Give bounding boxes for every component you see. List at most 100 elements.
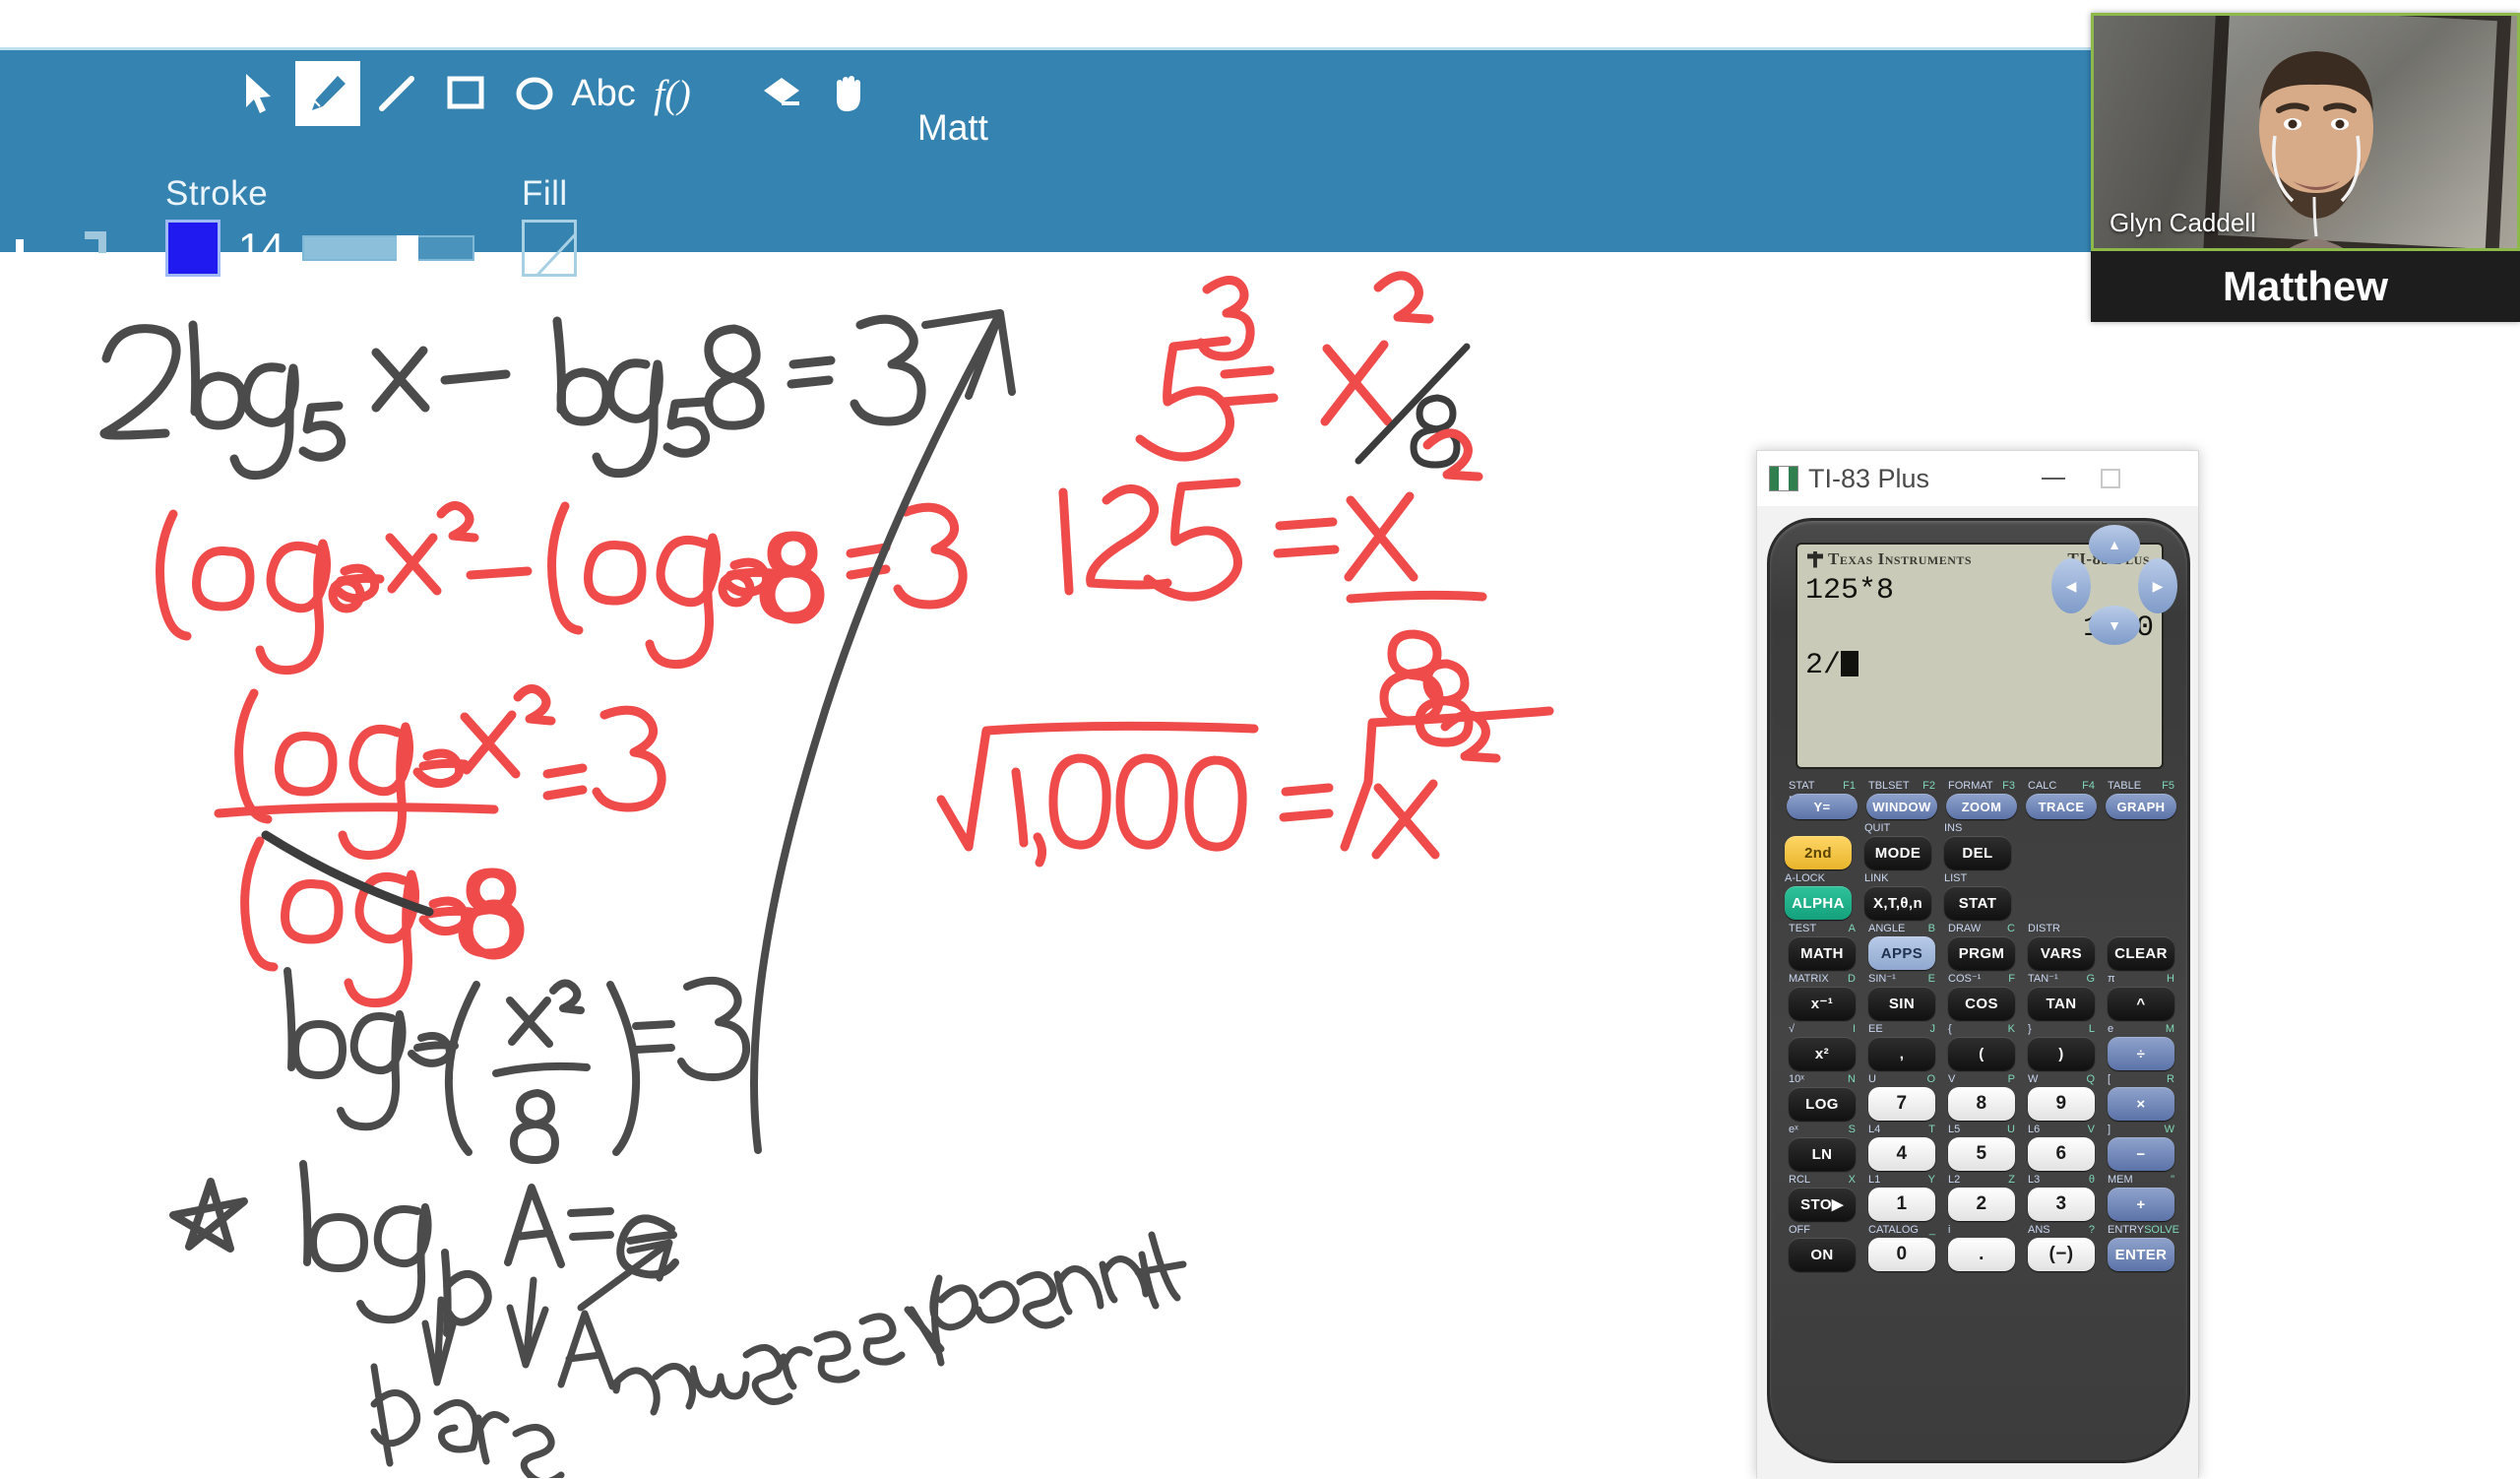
key-key[interactable]: . xyxy=(1948,1238,2015,1271)
key-sto[interactable]: STO▶ xyxy=(1789,1188,1856,1221)
key-key[interactable]: × xyxy=(2108,1087,2174,1121)
key-cell-key[interactable]: ANS? (−) xyxy=(2025,1223,2098,1271)
key-cell-key[interactable]: MEM " + xyxy=(2105,1173,2177,1221)
key-cell-key[interactable]: π H ^ xyxy=(2105,972,2177,1020)
key-cell-4[interactable]: L4 T 4 xyxy=(1865,1123,1938,1171)
arrow-pad[interactable]: ▲ ▼ ◀ ▶ xyxy=(2051,525,2177,645)
key-cell-x-t-n[interactable]: LINK X,T,θ,n xyxy=(1861,871,1934,920)
key-on[interactable]: ON xyxy=(1789,1238,1856,1271)
function-tool[interactable]: f() xyxy=(640,61,705,126)
key-4[interactable]: 4 xyxy=(1868,1137,1935,1171)
key-cell-key[interactable]: EE J, xyxy=(1865,1022,1938,1070)
key-del[interactable]: DEL xyxy=(1944,836,2011,869)
key-sin[interactable]: SIN xyxy=(1868,987,1935,1020)
line-tool[interactable] xyxy=(364,61,429,126)
video-panel[interactable]: Glyn Caddell Matthew xyxy=(2091,13,2520,322)
key-key[interactable]: , xyxy=(1868,1037,1935,1070)
key-cell-enter[interactable]: ENTRY SOLVE ENTER xyxy=(2105,1223,2179,1271)
key-clear[interactable]: CLEAR xyxy=(2108,936,2174,970)
key-cell-graph[interactable]: TABLE F5 GRAPH xyxy=(2105,779,2177,819)
key-cell-del[interactable]: INS DEL xyxy=(1941,821,2014,869)
key-log[interactable]: LOG xyxy=(1789,1087,1856,1121)
arrow-left-icon[interactable]: ◀ xyxy=(2051,558,2091,613)
key-cell-vars[interactable]: DISTR VARS xyxy=(2025,922,2098,970)
key-key[interactable]: ^ xyxy=(2108,987,2174,1020)
key-2nd[interactable]: 2nd xyxy=(1785,836,1852,869)
key-key[interactable]: + xyxy=(2108,1188,2174,1221)
key-apps[interactable]: APPS xyxy=(1868,936,1935,970)
key-cell-window[interactable]: TBLSET F2 WINDOW xyxy=(1865,779,1938,819)
key-cell-x[interactable]: √ Ix² xyxy=(1786,1022,1858,1070)
key-trace[interactable]: TRACE xyxy=(2026,794,2097,819)
minimize-icon[interactable] xyxy=(2025,451,2082,506)
key-cell-0[interactable]: CATALOG _ 0 xyxy=(1865,1223,1938,1271)
key-cell-apps[interactable]: ANGLE B APPS xyxy=(1865,922,1938,970)
key-key[interactable]: ) xyxy=(2028,1037,2095,1070)
key-cell-9[interactable]: W Q 9 xyxy=(2025,1072,2098,1121)
tool-buttons-row[interactable]: Abc f() xyxy=(226,58,882,129)
key-cell-zoom[interactable]: FORMAT F3 ZOOM xyxy=(1945,779,2018,819)
key-x[interactable]: x⁻¹ xyxy=(1789,987,1856,1020)
function-key-row[interactable]: STAT PLOT F1 Y= TBLSET F2 WINDOW FORMAT F3 ZOOM C… xyxy=(1770,775,2193,819)
key-cell-sin[interactable]: SIN⁻¹ E SIN xyxy=(1865,972,1938,1020)
active-speaker-strip[interactable]: Matthew xyxy=(2091,251,2520,322)
toolbar-panel-arrows[interactable] xyxy=(8,224,114,274)
key-enter[interactable]: ENTER xyxy=(2108,1238,2174,1271)
key-6[interactable]: 6 xyxy=(2028,1137,2095,1171)
eraser-tool[interactable] xyxy=(748,61,813,126)
key-cell-x[interactable]: MATRIX Dx⁻¹ xyxy=(1786,972,1858,1020)
key-cell-prgm[interactable]: DRAW C PRGM xyxy=(1945,922,2018,970)
fill-controls[interactable]: Fill xyxy=(522,174,577,277)
key-cell-stat[interactable]: LIST STAT xyxy=(1941,871,2014,920)
key-key[interactable]: (−) xyxy=(2028,1238,2095,1271)
key-prgm[interactable]: PRGM xyxy=(1948,936,2015,970)
key-cell-key[interactable]: ] W − xyxy=(2105,1123,2177,1171)
arrow-up-icon[interactable]: ▲ xyxy=(2089,525,2140,564)
key-cell-5[interactable]: L5 U 5 xyxy=(1945,1123,2018,1171)
key-cell-trace[interactable]: CALC F4 TRACE xyxy=(2025,779,2098,819)
main-key-rows[interactable]: 2nd QUIT MODE INS DEL A-LOCK ALPHA LINK X,T,θ,n L… xyxy=(1770,821,2193,1271)
stroke-slider-thumb[interactable] xyxy=(396,235,418,265)
key-cell-alpha[interactable]: A-LOCK ALPHA xyxy=(1782,871,1855,920)
key-vars[interactable]: VARS xyxy=(2028,936,2095,970)
key-x-t-n[interactable]: X,T,θ,n xyxy=(1864,886,1931,920)
key-cell-2[interactable]: L2 Z 2 xyxy=(1945,1173,2018,1221)
key-7[interactable]: 7 xyxy=(1868,1087,1935,1121)
key-math[interactable]: MATH xyxy=(1789,936,1856,970)
arrow-right-icon[interactable]: ▶ xyxy=(2138,558,2177,613)
key-cell-ln[interactable]: eˣ S LN xyxy=(1786,1123,1858,1171)
key-ln[interactable]: LN xyxy=(1789,1137,1856,1171)
key-cell-tan[interactable]: TAN⁻¹ G TAN xyxy=(2025,972,2098,1020)
key-cell-cos[interactable]: COS⁻¹ F COS xyxy=(1945,972,2018,1020)
key-cell-6[interactable]: L6 V 6 xyxy=(2025,1123,2098,1171)
key-cos[interactable]: COS xyxy=(1948,987,2015,1020)
key-8[interactable]: 8 xyxy=(1948,1087,2015,1121)
key-key[interactable]: ( xyxy=(1948,1037,2015,1070)
key-tan[interactable]: TAN xyxy=(2028,987,2095,1020)
key-y-[interactable]: Y= xyxy=(1787,794,1858,819)
key-cell-key[interactable]: } L) xyxy=(2025,1022,2098,1070)
key-cell-math[interactable]: TEST A MATH xyxy=(1786,922,1858,970)
key-mode[interactable]: MODE xyxy=(1864,836,1931,869)
pencil-tool[interactable] xyxy=(295,61,360,126)
key-graph[interactable]: GRAPH xyxy=(2106,794,2176,819)
key-cell-clear[interactable]: CLEAR xyxy=(2105,922,2177,970)
key-cell-8[interactable]: V P 8 xyxy=(1945,1072,2018,1121)
fill-color-swatch[interactable] xyxy=(522,220,577,277)
key-alpha[interactable]: ALPHA xyxy=(1785,886,1852,920)
calculator-window[interactable]: TI-83 Plus Texas Instruments TI-83 Plus … xyxy=(1756,450,2199,1479)
stroke-width-slider[interactable] xyxy=(301,235,474,265)
key-cell-key[interactable]: [R × xyxy=(2105,1072,2177,1121)
key-3[interactable]: 3 xyxy=(2028,1188,2095,1221)
key-cell-mode[interactable]: QUIT MODE xyxy=(1861,821,1934,869)
select-tool[interactable] xyxy=(226,61,291,126)
text-tool[interactable]: Abc xyxy=(571,61,636,126)
key-cell-3[interactable]: L3 θ 3 xyxy=(2025,1173,2098,1221)
ellipse-tool[interactable] xyxy=(502,61,567,126)
ti83-device[interactable]: Texas Instruments TI-83 Plus 125*8 1000 … xyxy=(1767,518,2190,1463)
key-x[interactable]: x² xyxy=(1789,1037,1856,1070)
key-cell-sto[interactable]: RCL X STO▶ xyxy=(1786,1173,1858,1221)
key-1[interactable]: 1 xyxy=(1868,1188,1935,1221)
calculator-titlebar[interactable]: TI-83 Plus xyxy=(1757,451,2198,506)
key-cell-key[interactable]: {K ( xyxy=(1945,1022,2018,1070)
